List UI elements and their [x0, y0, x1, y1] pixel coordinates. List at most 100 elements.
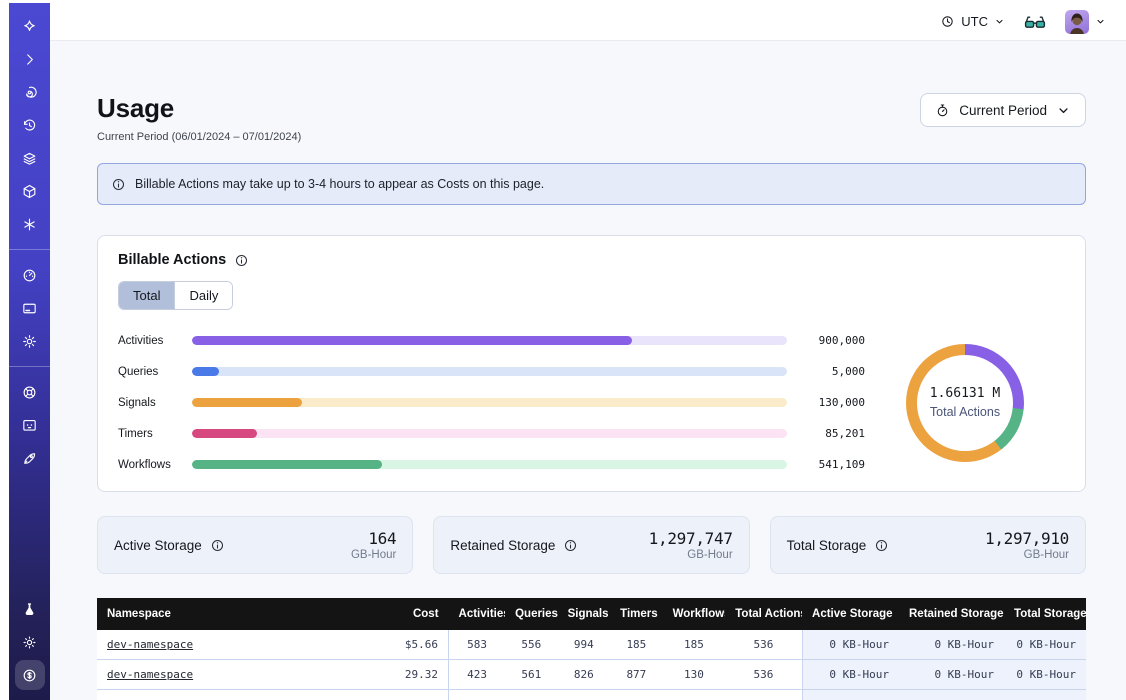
donut-chart: 1.66131 M Total Actions — [906, 344, 1024, 462]
info-banner-text: Billable Actions may take up to 3-4 hour… — [135, 177, 544, 191]
storage-card-unit: GB-Hour — [985, 549, 1069, 561]
table-row: dev-namespace$3.354925368838166001300 KB… — [97, 690, 1086, 700]
period-dropdown-button[interactable]: Current Period — [920, 93, 1086, 127]
cell-total-actions: 130 — [725, 690, 802, 700]
donut-chart-wrap: 1.66131 M Total Actions — [865, 344, 1065, 462]
sidebar-item-gauge[interactable] — [15, 260, 45, 290]
bar-row-workflows: Workflows541,109 — [118, 458, 865, 471]
table-header-row: NamespaceCostActivitiesQueriesSignalsTim… — [97, 598, 1086, 630]
col-header-total-actions: Total Actions — [725, 598, 802, 630]
namespace-cell: dev-namespace — [97, 690, 370, 700]
bar-value: 130,000 — [799, 396, 865, 409]
storage-card-label: Total Storage — [787, 538, 867, 553]
support-lifebuoy-icon — [21, 384, 38, 401]
storage-card-value: 1,297,747 — [649, 529, 733, 548]
info-icon[interactable] — [210, 538, 225, 553]
cell-queries: 561 — [505, 660, 558, 690]
cell-total-actions: 536 — [725, 630, 802, 660]
col-header-activities: Activities — [449, 598, 506, 630]
bar-track — [192, 367, 787, 376]
sidebar-item-settings-gear[interactable] — [15, 326, 45, 356]
info-banner: Billable Actions may take up to 3-4 hour… — [97, 163, 1086, 205]
account-menu[interactable] — [1065, 10, 1106, 34]
bar-row-signals: Signals 130,000 — [118, 396, 865, 409]
sidebar-item-temporal-logo[interactable] — [15, 11, 45, 41]
topbar: UTC — [50, 3, 1126, 41]
tab-daily[interactable]: Daily — [174, 282, 232, 309]
cell-active-storage: 0 KB-Hour — [802, 690, 899, 700]
cell-timers: 816 — [610, 690, 663, 700]
chevron-down-icon — [994, 16, 1005, 27]
bar-fill — [192, 336, 632, 345]
namespace-cell: dev-namespace — [97, 630, 370, 660]
cell-workflows: 130 — [663, 660, 726, 690]
storage-card-retained-storage: Retained Storage1,297,747GB-Hour — [433, 516, 749, 574]
bar-label: Signals — [118, 397, 180, 409]
cell-activities: 492 — [449, 690, 506, 700]
page-subtitle: Current Period (06/01/2024 – 07/01/2024) — [97, 131, 301, 143]
bar-fill — [192, 429, 257, 438]
bar-label: Queries — [118, 366, 180, 378]
sidebar-item-lab-flask[interactable] — [15, 594, 45, 624]
sidebar-item-support-lifebuoy[interactable] — [15, 377, 45, 407]
settings-gear-icon — [21, 333, 38, 350]
donut-center-label: Total Actions — [930, 405, 1000, 419]
cell-total-storage: 0 KB-Hour — [1004, 690, 1086, 700]
bar-row-timers: Timers85,201 — [118, 427, 865, 440]
bar-fill — [192, 398, 302, 407]
timezone-selector[interactable]: UTC — [940, 14, 1005, 29]
cell-activities: 583 — [449, 630, 506, 660]
cell-workflows: 600 — [663, 690, 726, 700]
sidebar-item-chevron-right[interactable] — [15, 44, 45, 74]
namespace-link[interactable]: dev-namespace — [107, 668, 193, 681]
tab-total[interactable]: Total — [119, 282, 174, 309]
clock-icon — [940, 14, 955, 29]
col-header-total-storage: Total Storage — [1004, 598, 1086, 630]
billable-actions-card: Billable Actions TotalDaily Activities90… — [97, 235, 1086, 492]
sidebar-item-docs-terminal[interactable] — [15, 410, 45, 440]
sidebar-item-cube[interactable] — [15, 176, 45, 206]
main-area: UTC Usage — [50, 3, 1126, 700]
cell-total-actions: 536 — [725, 660, 802, 690]
sidebar-item-layers[interactable] — [15, 143, 45, 173]
sidebar-item-usage-dollar[interactable] — [15, 660, 45, 690]
namespace-usage-table: NamespaceCostActivitiesQueriesSignalsTim… — [97, 598, 1086, 700]
info-icon — [111, 177, 126, 192]
storage-card-value: 1,297,910 — [985, 529, 1069, 548]
col-header-queries: Queries — [505, 598, 558, 630]
donut-center-value: 1.66131 M — [930, 386, 1000, 401]
sidebar-item-asterisk[interactable] — [15, 209, 45, 239]
cell-cost: 29.32 — [370, 660, 449, 690]
sidebar-item-theme-sun[interactable] — [15, 627, 45, 657]
feedback-glasses-button[interactable] — [1023, 13, 1047, 31]
info-icon[interactable] — [874, 538, 889, 553]
page-content: Usage Current Period (06/01/2024 – 07/01… — [50, 41, 1126, 700]
sidebar-item-namespaces-spiral[interactable] — [15, 77, 45, 107]
storage-card-unit: GB-Hour — [649, 549, 733, 561]
sidebar-item-billing-card[interactable] — [15, 293, 45, 323]
info-icon[interactable] — [563, 538, 578, 553]
storage-card-value: 164 — [351, 529, 396, 548]
bar-track — [192, 429, 787, 438]
asterisk-icon — [21, 216, 38, 233]
table-row: dev-namespace29.324235618268771305360 KB… — [97, 660, 1086, 690]
bar-row-queries: Queries5,000 — [118, 365, 865, 378]
cell-timers: 877 — [610, 660, 663, 690]
col-header-cost: Cost — [370, 598, 449, 630]
stopwatch-icon — [935, 103, 950, 118]
namespace-link[interactable]: dev-namespace — [107, 638, 193, 651]
info-icon[interactable] — [234, 253, 249, 268]
gauge-icon — [21, 267, 38, 284]
chevron-down-icon — [1056, 103, 1071, 118]
docs-terminal-icon — [21, 417, 38, 434]
table-row: dev-namespace$5.665835569941851855360 KB… — [97, 630, 1086, 660]
history-clock-icon — [21, 117, 38, 134]
bar-row-activities: Activities900,000 — [118, 334, 865, 347]
sidebar-item-rocket[interactable] — [15, 443, 45, 473]
cube-icon — [21, 183, 38, 200]
sidebar-nav — [9, 3, 50, 700]
bar-track — [192, 460, 787, 469]
cell-signals: 994 — [558, 630, 611, 660]
cell-cost: $3.35 — [370, 690, 449, 700]
sidebar-item-history-clock[interactable] — [15, 110, 45, 140]
